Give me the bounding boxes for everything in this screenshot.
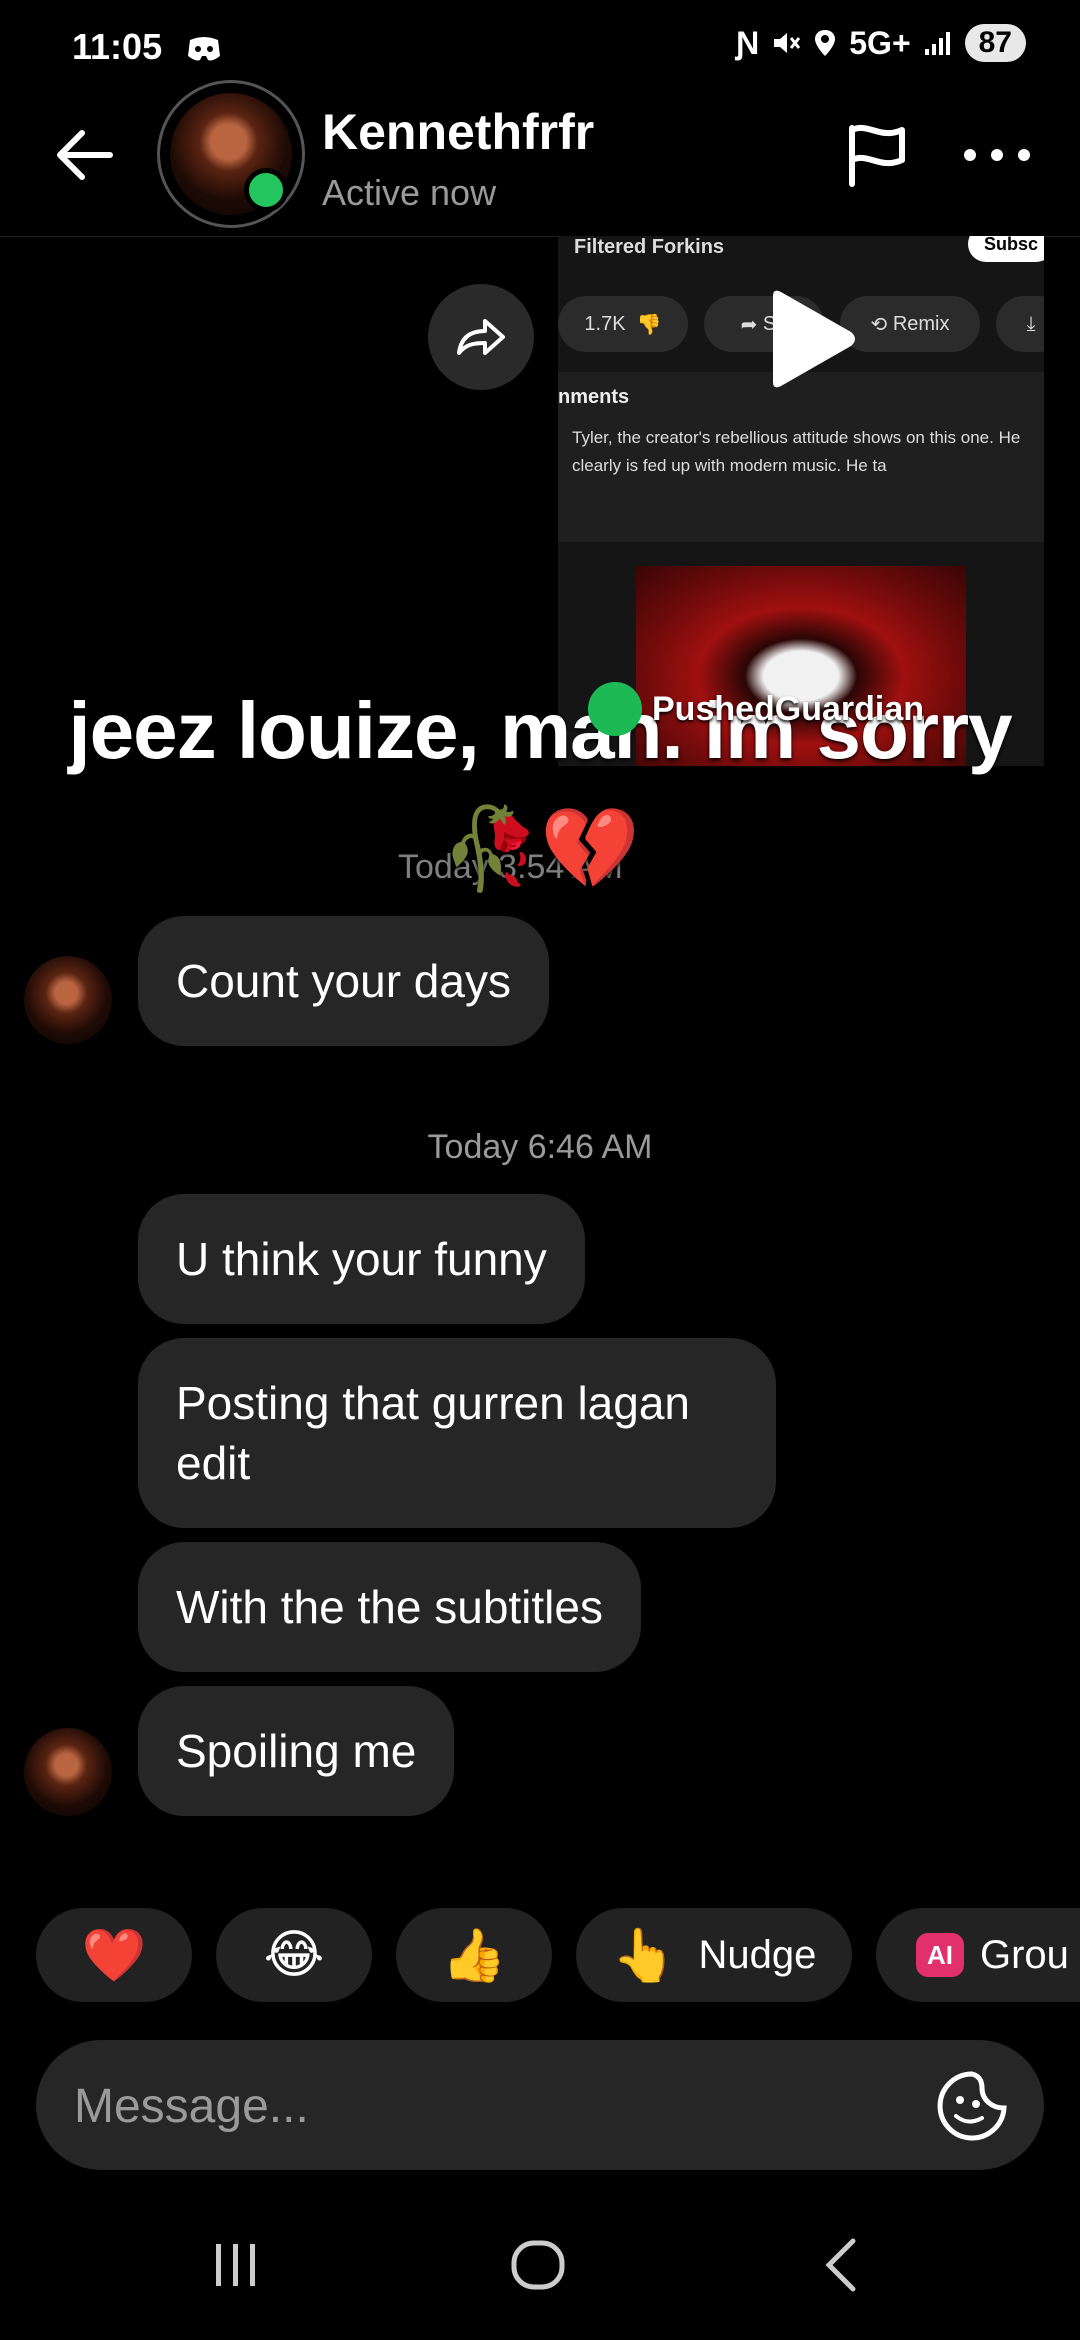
message-avatar[interactable] bbox=[24, 1728, 112, 1816]
mute-icon bbox=[774, 33, 801, 53]
quick-reply-ai-group[interactable]: AI Grou bbox=[876, 1908, 1080, 2002]
message-bubble[interactable]: Spoiling me bbox=[138, 1686, 455, 1816]
dislike-icon: 👎 bbox=[636, 313, 662, 336]
network-label: 5G+ bbox=[849, 24, 911, 61]
timestamp: Today 6:46 AM bbox=[427, 1128, 653, 1166]
message-bubble[interactable]: Posting that gurren lagan edit bbox=[138, 1338, 776, 1528]
quick-reply-thumbs-up[interactable]: 👍 bbox=[396, 1908, 552, 2002]
post-channel-title: Filtered Forkins bbox=[574, 236, 725, 258]
remix-label: Remix bbox=[892, 312, 950, 335]
home-button[interactable] bbox=[488, 2230, 588, 2300]
chevron-left-icon bbox=[825, 2238, 856, 2292]
download-pill: ⤓ bbox=[996, 296, 1044, 352]
discord-icon bbox=[188, 37, 220, 61]
home-icon bbox=[511, 2240, 565, 2290]
thumbs-up-emoji-icon: 👍 bbox=[441, 1926, 507, 1985]
ai-badge-icon: AI bbox=[916, 1933, 964, 1977]
flag-icon[interactable] bbox=[842, 120, 912, 190]
message-text: Posting that gurren lagan edit bbox=[176, 1377, 691, 1489]
quick-reply-nudge[interactable]: 👆 Nudge bbox=[576, 1908, 852, 2002]
heart-emoji-icon: ❤️ bbox=[81, 1926, 147, 1985]
download-icon: ⤓ bbox=[1026, 312, 1036, 335]
quick-reply-laugh[interactable]: 😂 bbox=[216, 1908, 372, 2002]
ai-group-label: Grou bbox=[980, 1932, 1069, 1977]
nfc-icon: Ɲ bbox=[736, 24, 760, 61]
comments-label: nments bbox=[558, 386, 630, 408]
status-time: 11:05 bbox=[72, 26, 163, 67]
audio-label: PushedGuardian bbox=[588, 682, 924, 736]
message-text: Spoiling me bbox=[176, 1725, 417, 1777]
audio-icon bbox=[588, 682, 642, 736]
contact-status: Active now bbox=[322, 172, 497, 213]
more-options-icon[interactable] bbox=[960, 130, 1034, 180]
subscribe-button: Subsc bbox=[968, 236, 1044, 262]
share-button[interactable] bbox=[428, 284, 534, 390]
contact-name[interactable]: Kennethfrfr bbox=[322, 103, 594, 161]
share-arrow-icon bbox=[457, 319, 505, 355]
remix-icon: ⟲ bbox=[870, 313, 888, 336]
battery-indicator: 87 bbox=[964, 24, 1026, 62]
message-text: Count your days bbox=[176, 955, 511, 1007]
recent-apps-button[interactable] bbox=[186, 2230, 286, 2300]
message-bubble[interactable]: With the the subtitles bbox=[138, 1542, 641, 1672]
sticker-icon[interactable] bbox=[936, 2070, 1008, 2142]
message-bubble[interactable]: Count your days bbox=[138, 916, 549, 1046]
quick-reply-heart[interactable]: ❤️ bbox=[36, 1908, 192, 2002]
message-bubble[interactable]: U think your funny bbox=[138, 1194, 585, 1324]
message-avatar[interactable] bbox=[24, 956, 112, 1044]
back-button[interactable] bbox=[44, 120, 124, 190]
arrow-left-icon bbox=[57, 130, 113, 180]
location-icon bbox=[815, 30, 836, 56]
audio-username: PushedGuardian bbox=[652, 689, 925, 728]
status-icons: Ɲ 5G+ 87 bbox=[736, 24, 1026, 62]
online-indicator bbox=[244, 168, 288, 212]
signal-icon bbox=[924, 32, 950, 55]
message-text: U think your funny bbox=[176, 1233, 547, 1285]
laughing-emoji-icon: 😂 bbox=[263, 1926, 325, 1984]
like-pill: 1.7K 👎 bbox=[558, 296, 688, 352]
like-count: 1.7K bbox=[584, 312, 626, 335]
pointing-hand-emoji-icon: 👆 bbox=[611, 1926, 677, 1985]
system-back-button[interactable] bbox=[792, 2230, 892, 2300]
message-composer bbox=[36, 2040, 1044, 2172]
message-text: With the the subtitles bbox=[176, 1581, 603, 1633]
nudge-label: Nudge bbox=[698, 1932, 817, 1977]
comments-panel: nments Tyler, the creator's rebellious a… bbox=[558, 372, 1044, 542]
recent-apps-icon bbox=[216, 2244, 255, 2286]
comment-text: Tyler, the creator's rebellious attitude… bbox=[572, 428, 1021, 475]
play-icon[interactable] bbox=[753, 284, 863, 394]
message-input[interactable] bbox=[72, 2040, 936, 2172]
